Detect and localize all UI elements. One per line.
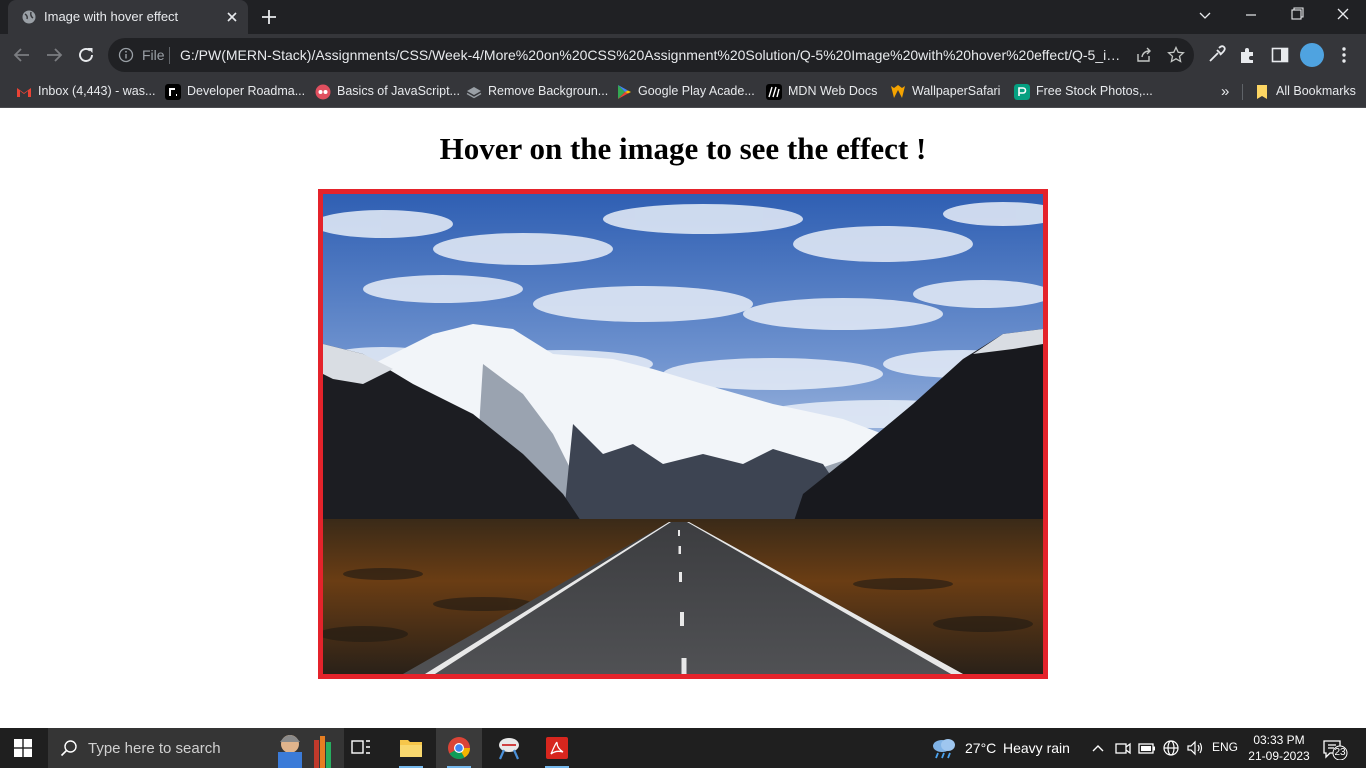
globe-icon bbox=[22, 10, 36, 24]
chrome-icon bbox=[448, 737, 470, 759]
url-scheme-label: File bbox=[142, 47, 165, 63]
restore-icon[interactable] bbox=[1274, 0, 1320, 34]
eyedropper-extension-icon[interactable] bbox=[1206, 45, 1226, 65]
wallpapersafari-icon bbox=[891, 85, 905, 98]
folder-icon bbox=[1257, 85, 1267, 99]
task-view-icon[interactable] bbox=[338, 728, 384, 768]
menu-kebab-icon[interactable] bbox=[1334, 45, 1354, 65]
taskbar-file-explorer[interactable] bbox=[388, 728, 434, 768]
taskbar-search-box[interactable]: Type here to search bbox=[48, 728, 344, 768]
notification-center-button[interactable]: 23 bbox=[1320, 738, 1348, 761]
pexels-icon bbox=[1014, 84, 1030, 100]
share-icon[interactable] bbox=[1135, 46, 1153, 64]
google-play-icon bbox=[618, 85, 631, 99]
tab-title: Image with hover effect bbox=[44, 9, 179, 24]
new-tab-icon[interactable] bbox=[260, 8, 278, 26]
bookmarks-divider bbox=[1242, 84, 1243, 100]
url-text[interactable]: G:/PW(MERN-Stack)/Assignments/CSS/Week-4… bbox=[180, 47, 1125, 63]
close-window-icon[interactable] bbox=[1320, 0, 1366, 34]
page-heading: Hover on the image to see the effect ! bbox=[439, 131, 927, 166]
search-highlight-illustration-icon bbox=[278, 735, 331, 768]
bookmarks-bar: Inbox (4,443) - was... Developer Roadma.… bbox=[0, 76, 1366, 108]
reload-icon[interactable] bbox=[75, 44, 97, 66]
address-bar[interactable]: File G:/PW(MERN-Stack)/Assignments/CSS/W… bbox=[108, 38, 1194, 72]
profile-avatar[interactable] bbox=[1300, 43, 1324, 67]
browser-tab-active[interactable]: Image with hover effect bbox=[8, 0, 248, 34]
weather-temperature[interactable]: 27°C bbox=[965, 740, 996, 756]
clock-date: 21-09-2023 bbox=[1248, 749, 1310, 763]
weather-description[interactable]: Heavy rain bbox=[1003, 740, 1070, 756]
snipping-tool-icon bbox=[498, 738, 520, 760]
extensions-puzzle-icon[interactable] bbox=[1238, 45, 1258, 65]
input-language[interactable]: ENG bbox=[1212, 740, 1238, 754]
search-placeholder: Type here to search bbox=[88, 740, 221, 757]
taskbar-acrobat[interactable] bbox=[534, 728, 580, 768]
removebg-icon bbox=[466, 87, 482, 99]
taskbar-clock[interactable]: 03:33 PM 21-09-2023 bbox=[1244, 732, 1314, 764]
bookmarks-overflow-button[interactable]: » bbox=[1221, 83, 1229, 100]
taskbar-snipping-tool[interactable] bbox=[486, 728, 532, 768]
windows-start-icon[interactable] bbox=[14, 739, 32, 757]
close-tab-icon[interactable] bbox=[224, 9, 240, 25]
forward-arrow-icon[interactable] bbox=[43, 44, 65, 66]
battery-icon[interactable] bbox=[1138, 739, 1156, 757]
minimize-icon[interactable] bbox=[1228, 0, 1274, 34]
volume-icon[interactable] bbox=[1186, 739, 1204, 757]
hover-image-frame[interactable] bbox=[318, 189, 1048, 679]
info-icon[interactable] bbox=[118, 47, 134, 63]
tab-search-chevron-icon[interactable] bbox=[1182, 0, 1228, 34]
weather-rain-icon bbox=[933, 739, 955, 759]
bookmark-star-icon[interactable] bbox=[1167, 46, 1185, 64]
omnibox-divider bbox=[169, 47, 170, 64]
js-icon bbox=[315, 84, 331, 100]
network-globe-icon[interactable] bbox=[1162, 739, 1180, 757]
notification-count-badge: 23 bbox=[1334, 747, 1346, 758]
gmail-icon bbox=[17, 88, 31, 97]
search-icon bbox=[60, 740, 77, 757]
meet-now-icon[interactable] bbox=[1114, 739, 1132, 757]
back-arrow-icon[interactable] bbox=[11, 44, 33, 66]
page-content: Hover on the image to see the effect ! bbox=[0, 109, 1366, 728]
windows-taskbar: Type here to search 27°C Heavy rain ENG … bbox=[0, 728, 1366, 768]
clock-time: 03:33 PM bbox=[1253, 733, 1305, 747]
mountain-road-image[interactable] bbox=[323, 194, 1043, 674]
taskbar-chrome[interactable] bbox=[436, 728, 482, 768]
mdn-icon bbox=[766, 84, 782, 100]
roadmap-icon bbox=[165, 84, 181, 100]
acrobat-pdf-icon bbox=[546, 737, 568, 759]
folder-icon bbox=[400, 740, 422, 757]
side-panel-icon[interactable] bbox=[1270, 45, 1290, 65]
chevron-up-icon[interactable] bbox=[1090, 740, 1106, 756]
browser-toolbar: File G:/PW(MERN-Stack)/Assignments/CSS/W… bbox=[0, 34, 1366, 76]
browser-title-bar: Image with hover effect bbox=[0, 0, 1366, 34]
